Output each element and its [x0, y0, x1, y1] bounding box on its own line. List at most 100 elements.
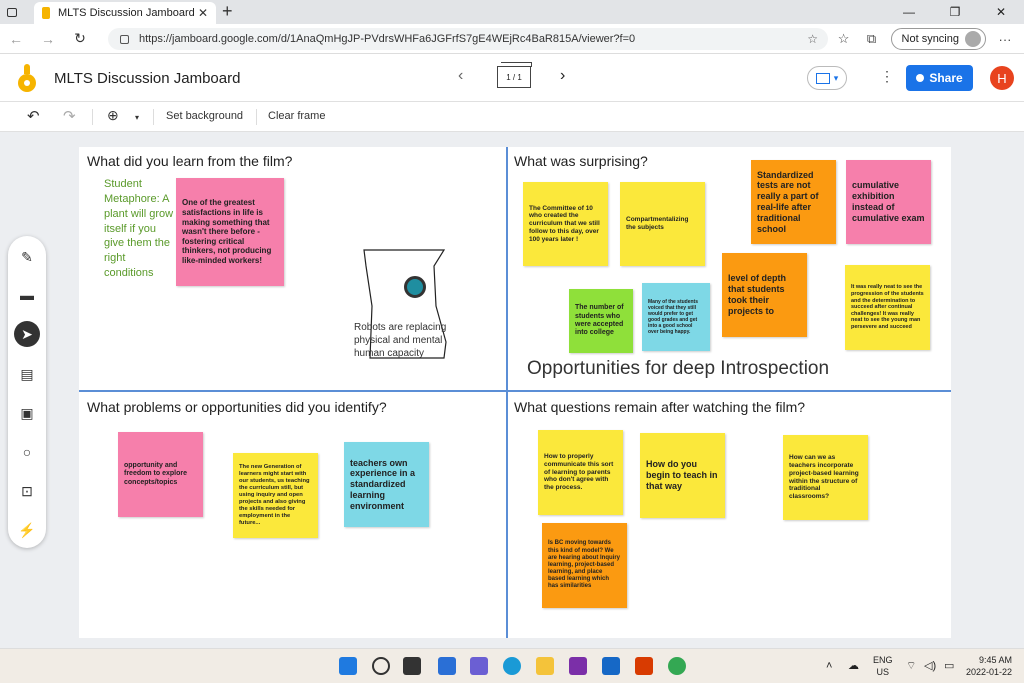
windows-taskbar: ˄ ☁ ENG US ⌔ ◁) ▭ 9:45 AM 2022-01-22 [0, 648, 1024, 683]
back-arrow-icon[interactable]: ← [0, 31, 32, 47]
refresh-icon[interactable]: ↻ [64, 30, 96, 47]
volume-icon[interactable]: ◁) [924, 659, 936, 673]
tool-palette: ✎ ▬ ➤ ▤ ▣ ○ ⊡ ⚡ [8, 236, 46, 548]
set-background-button[interactable]: Set background [166, 110, 243, 122]
task-view-icon[interactable] [403, 657, 421, 675]
redo-icon[interactable]: ↷ [63, 107, 76, 125]
sticky-note[interactable]: cumulative exhibition instead of cumulat… [846, 160, 931, 244]
circle-shape-icon[interactable]: ○ [14, 439, 40, 465]
minimize-icon[interactable]: — [886, 0, 932, 24]
jam-title[interactable]: MLTS Discussion Jamboard [54, 70, 240, 87]
sticky-note[interactable]: Standardized tests are not really a part… [751, 160, 836, 244]
zoom-chevron-down-icon[interactable]: ▾ [135, 113, 139, 122]
favorites-icon[interactable]: ☆ [835, 31, 853, 47]
language-indicator[interactable]: ENG US [873, 655, 893, 678]
forward-arrow-icon[interactable]: → [32, 31, 64, 47]
chevron-down-icon: ▾ [833, 72, 839, 83]
vertical-divider [506, 147, 508, 638]
next-frame-icon[interactable]: › [560, 67, 565, 85]
lock-icon [120, 34, 129, 44]
chrome-icon[interactable] [668, 657, 686, 675]
cast-icon [815, 72, 830, 84]
sticky-note[interactable]: How to properly communicate this sort of… [538, 430, 623, 515]
sticky-note[interactable]: The number of students who were accepted… [569, 289, 633, 353]
sticky-note[interactable]: level of depth that students took their … [722, 253, 807, 337]
clear-frame-button[interactable]: Clear frame [268, 110, 325, 122]
laser-icon[interactable]: ⚡ [14, 517, 40, 543]
sticky-note[interactable]: opportunity and freedom to explore conce… [118, 432, 203, 517]
url-text: https://jamboard.google.com/d/1AnaQmHgJP… [139, 33, 636, 45]
jamboard-favicon-icon [42, 7, 50, 19]
window-menu-icon[interactable] [0, 0, 24, 24]
present-button[interactable]: ▾ [807, 66, 847, 90]
more-options-icon[interactable]: ⋮ [880, 68, 894, 85]
sticky-note[interactable]: Is BC moving towards this kind of model?… [542, 523, 627, 608]
frame-bar-button[interactable]: 1 / 1 [497, 62, 532, 88]
sticky-note[interactable]: The Committee of 10 who created the curr… [523, 182, 608, 266]
search-icon[interactable] [372, 657, 390, 675]
clock[interactable]: 9:45 AM 2022-01-22 [966, 655, 1012, 678]
jamboard-logo-icon [18, 64, 36, 92]
profile-button[interactable]: Not syncing [890, 28, 986, 50]
onedrive-icon[interactable]: ☁ [848, 659, 859, 673]
tray-chevron-up-icon[interactable]: ˄ [826, 659, 832, 673]
chat-icon[interactable] [470, 657, 488, 675]
widgets-icon[interactable] [438, 657, 456, 675]
sticky-note-icon[interactable]: ▤ [14, 361, 40, 387]
sticky-note[interactable]: One of the greatest satisfactions in lif… [176, 178, 284, 286]
browser-menu-icon[interactable]: ··· [996, 32, 1014, 47]
favorite-star-icon[interactable]: ☆ [807, 32, 818, 46]
introspection-text[interactable]: Opportunities for deep Introspection [527, 358, 829, 380]
tab-title: MLTS Discussion Jamboard - Goo [58, 7, 198, 19]
start-icon[interactable] [339, 657, 357, 675]
text-box-icon[interactable]: ⊡ [14, 478, 40, 504]
file-explorer-icon[interactable] [536, 657, 554, 675]
edge-icon[interactable] [503, 657, 521, 675]
person-add-icon [916, 74, 925, 82]
jamboard-header: MLTS Discussion Jamboard ‹ 1 / 1 › ▾ ⋮ S… [0, 54, 1024, 102]
sticky-note[interactable]: Compartmentalizing the subjects [620, 182, 705, 266]
q4-title: What questions remain after watching the… [514, 399, 806, 415]
mail-icon[interactable] [602, 657, 620, 675]
tab-close-icon[interactable]: ✕ [198, 6, 208, 20]
robot-text[interactable]: Robots are replacing physical and mental… [354, 321, 454, 360]
share-button[interactable]: Share [906, 65, 973, 91]
close-window-icon[interactable]: ✕ [978, 0, 1024, 24]
sticky-note[interactable]: The new Generation of learners might sta… [233, 453, 318, 538]
sticky-note[interactable]: How can we as teachers incorporate proje… [783, 435, 868, 520]
browser-tab-bar: MLTS Discussion Jamboard - Goo ✕ + — ❐ ✕ [0, 0, 1024, 24]
previous-frame-icon[interactable]: ‹ [458, 67, 463, 85]
sticky-note[interactable]: How do you begin to teach in that way [640, 433, 725, 518]
frame-counter: 1 / 1 [506, 72, 522, 82]
robot-face-icon [404, 276, 426, 298]
eraser-icon[interactable]: ▬ [14, 282, 40, 308]
image-icon[interactable]: ▣ [14, 400, 40, 426]
pen-icon[interactable]: ✎ [14, 244, 40, 270]
onenote-icon[interactable] [569, 657, 587, 675]
q3-title: What problems or opportunities did you i… [87, 399, 387, 415]
battery-icon[interactable]: ▭ [944, 659, 954, 673]
collections-icon[interactable]: ⧉ [863, 31, 881, 47]
wifi-icon[interactable]: ⌔ [906, 659, 916, 673]
profile-avatar-icon [965, 31, 981, 47]
q2-title: What was surprising? [514, 153, 648, 169]
select-arrow-icon[interactable]: ➤ [14, 321, 40, 347]
undo-icon[interactable]: ↶ [27, 107, 40, 125]
browser-tab[interactable]: MLTS Discussion Jamboard - Goo ✕ [34, 2, 216, 24]
q1-title: What did you learn from the film? [87, 153, 293, 169]
share-label: Share [929, 71, 963, 85]
browser-actions: ☆ ⧉ Not syncing ··· [835, 28, 1014, 50]
address-bar-row: ← → ↻ https://jamboard.google.com/d/1Ana… [0, 24, 1024, 54]
student-metaphor-text[interactable]: Student Metaphore: A plant will grow its… [104, 177, 176, 281]
zoom-icon[interactable]: ⊕ [107, 107, 119, 124]
maximize-icon[interactable]: ❐ [932, 0, 978, 24]
sticky-note[interactable]: Many of the students voiced that they st… [642, 283, 710, 351]
url-field[interactable]: https://jamboard.google.com/d/1AnaQmHgJP… [108, 28, 828, 50]
new-tab-button[interactable]: + [222, 1, 233, 22]
sticky-note[interactable]: teachers own experience in a standardize… [344, 442, 429, 527]
office-icon[interactable] [635, 657, 653, 675]
sticky-note[interactable]: It was really neat to see the progressio… [845, 265, 930, 350]
profile-label: Not syncing [901, 33, 959, 45]
account-avatar[interactable]: H [990, 66, 1014, 90]
jam-toolbar: ↶ ↷ ⊕ ▾ Set background Clear frame [0, 102, 1024, 132]
